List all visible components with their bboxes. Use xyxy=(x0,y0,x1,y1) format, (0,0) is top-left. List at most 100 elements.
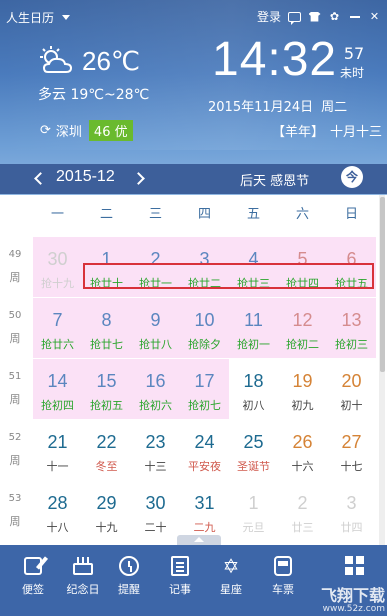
weekday-header: 四 xyxy=(197,207,211,222)
message-icon[interactable] xyxy=(288,11,301,25)
day-cell[interactable]: 16 抢初六 xyxy=(131,359,180,419)
week-number-value: 49 xyxy=(8,249,22,260)
toolbar-item-label: 记事 xyxy=(169,583,191,596)
city-name[interactable]: 深圳 xyxy=(56,121,82,140)
lunar-label: 抢廿六 xyxy=(41,338,74,351)
day-cell[interactable]: 1 元旦 xyxy=(229,481,278,541)
toolbar-item[interactable]: 车票 xyxy=(258,555,308,597)
week-number-value: 52 xyxy=(8,432,22,443)
lunar-label: 冬至 xyxy=(95,460,118,473)
lunar-label: 十六 xyxy=(291,460,314,473)
day-cell[interactable]: 11 抢初一 xyxy=(229,298,278,358)
day-cell[interactable]: 29 十九 xyxy=(82,481,131,541)
day-cell[interactable]: 20 初十 xyxy=(327,359,376,419)
day-number: 14 xyxy=(47,371,68,391)
watermark-text: 飞翔下载 xyxy=(320,585,385,605)
month-navigation: 2015-12 后天 感恩节 今 xyxy=(0,164,387,194)
lunar-label: 抢廿八 xyxy=(139,338,172,351)
weather-description: 多云 19℃~28℃ xyxy=(38,87,150,103)
week-number-value: 53 xyxy=(8,493,22,504)
collapse-handle[interactable] xyxy=(177,535,221,545)
day-cell[interactable]: 23 十三 xyxy=(131,420,180,480)
scrollbar-thumb[interactable] xyxy=(380,197,385,372)
day-number: 21 xyxy=(47,432,68,452)
refresh-icon[interactable]: ⟳ xyxy=(40,123,51,138)
prev-month-chevron-icon[interactable] xyxy=(34,172,47,185)
day-cell[interactable]: 10 抢除夕 xyxy=(180,298,229,358)
day-number: 20 xyxy=(341,371,362,391)
next-month-chevron-icon[interactable] xyxy=(132,172,145,185)
week-number: 52 周 xyxy=(0,420,30,480)
day-cell[interactable]: 18 初八 xyxy=(229,359,278,419)
weekday-header: 一 xyxy=(50,207,64,222)
lunar-label: 抢除夕 xyxy=(188,338,221,351)
day-cell[interactable]: 14 抢初四 xyxy=(33,359,82,419)
login-link[interactable]: 登录 xyxy=(257,8,281,25)
day-cell[interactable]: 8 抢廿七 xyxy=(82,298,131,358)
day-cell[interactable]: 30 抢十九 xyxy=(33,237,82,297)
lunar-label: 十三 xyxy=(144,460,167,473)
lunar-label: 抢初七 xyxy=(188,399,221,412)
close-icon[interactable]: ✕ xyxy=(368,11,381,22)
weekday-header: 日 xyxy=(344,207,358,222)
lunar-label: 十七 xyxy=(340,460,363,473)
lunar-label: 抢初三 xyxy=(335,338,368,351)
toolbar-item[interactable]: 记事 xyxy=(155,555,205,597)
day-cell[interactable]: 12 抢初二 xyxy=(278,298,327,358)
week-number: 53 周 xyxy=(0,481,30,541)
day-cell[interactable]: 24 平安夜 xyxy=(180,420,229,480)
toolbar-item[interactable]: ✡ 星座 xyxy=(206,555,256,597)
dropdown-arrow-icon xyxy=(62,15,71,20)
day-cell[interactable]: 25 圣诞节 xyxy=(229,420,278,480)
toolbar-item[interactable] xyxy=(330,555,380,581)
star-icon: ✡ xyxy=(222,554,240,578)
day-cell[interactable]: 28 十八 xyxy=(33,481,82,541)
day-cell[interactable]: 13 抢初三 xyxy=(327,298,376,358)
toolbar-item[interactable]: 提醒 xyxy=(104,555,154,597)
lunar-label: 二十 xyxy=(144,521,167,534)
calendar-grid: 一二三四五六日 49 周 30 抢十九 1 抢廿十 2 抢廿一 3 抢廿二 4 抢廿三 5 抢廿四 6 抢廿五 5… xyxy=(0,195,387,545)
weekday-header: 五 xyxy=(246,207,260,222)
lunar-label: 元旦 xyxy=(242,521,265,534)
week-number: 51 周 xyxy=(0,359,30,419)
day-cell[interactable]: 15 抢初五 xyxy=(82,359,131,419)
app-menu[interactable]: 人生日历 xyxy=(6,9,71,26)
lunar-label: 廿三 xyxy=(291,521,314,534)
gregorian-date: 2015年11月24日 xyxy=(208,100,314,115)
day-cell[interactable]: 9 抢廿八 xyxy=(131,298,180,358)
skin-shirt-icon[interactable] xyxy=(308,11,321,22)
day-cell[interactable]: 30 二十 xyxy=(131,481,180,541)
day-cell[interactable]: 17 抢初七 xyxy=(180,359,229,419)
alarm-clock-icon xyxy=(118,555,140,577)
day-number: 10 xyxy=(194,310,215,330)
lunar-label: 十一 xyxy=(46,460,69,473)
day-number: 30 xyxy=(47,249,68,269)
day-cell[interactable]: 31 二九 xyxy=(180,481,229,541)
current-month[interactable]: 2015-12 xyxy=(56,168,115,186)
day-number: 31 xyxy=(194,493,215,513)
week-label: 周 xyxy=(9,515,21,528)
toolbar-item[interactable]: 便签 xyxy=(8,555,58,597)
day-number: 8 xyxy=(101,310,112,330)
watermark: 飞翔下载 www.52z.com xyxy=(320,585,385,614)
minimize-icon[interactable] xyxy=(348,11,361,22)
toolbar-item-label: 纪念日 xyxy=(66,583,100,596)
toolbar-item[interactable]: 纪念日 xyxy=(58,555,108,597)
day-cell[interactable]: 2 廿三 xyxy=(278,481,327,541)
day-cell[interactable]: 3 廿四 xyxy=(327,481,376,541)
day-number: 17 xyxy=(194,371,215,391)
settings-gear-icon[interactable]: ✿ xyxy=(328,11,341,22)
day-number: 30 xyxy=(145,493,166,513)
day-cell[interactable]: 21 十一 xyxy=(33,420,82,480)
toolbar-item-label: 提醒 xyxy=(118,583,140,596)
today-button[interactable]: 今 xyxy=(341,166,363,188)
day-cell[interactable]: 22 冬至 xyxy=(82,420,131,480)
day-cell[interactable]: 19 初九 xyxy=(278,359,327,419)
aqi-badge: 46 优 xyxy=(88,120,133,141)
day-cell[interactable]: 7 抢廿六 xyxy=(33,298,82,358)
day-cell[interactable]: 26 十六 xyxy=(278,420,327,480)
lunar-label: 初十 xyxy=(340,399,363,412)
day-cell[interactable]: 27 十七 xyxy=(327,420,376,480)
day-number: 28 xyxy=(47,493,68,513)
week-label: 周 xyxy=(9,332,21,345)
